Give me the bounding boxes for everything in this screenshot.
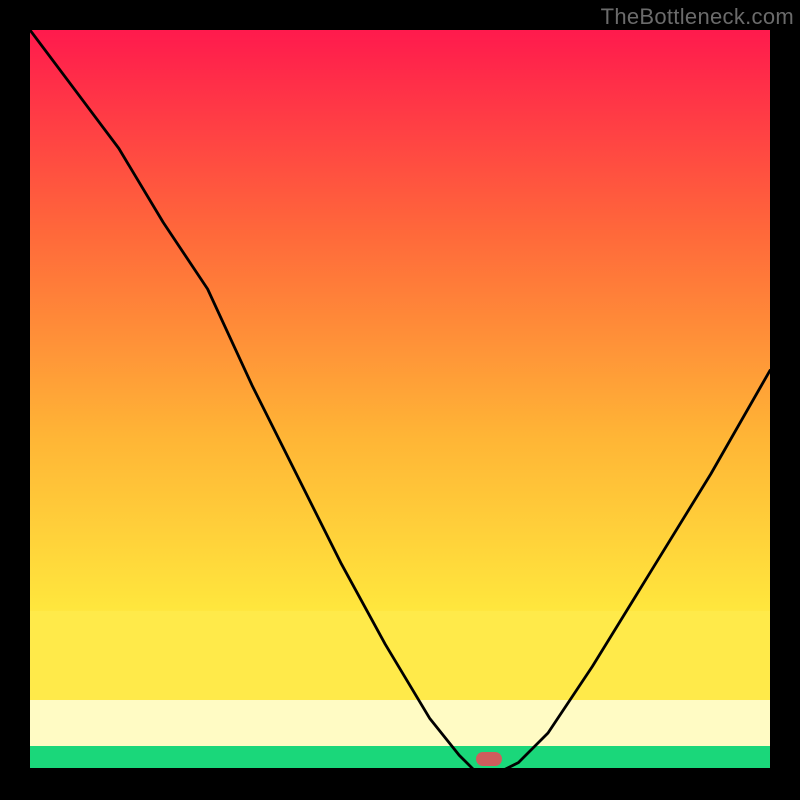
highlight-marker: [476, 752, 502, 766]
curve-line: [30, 30, 770, 770]
plot-area: [30, 30, 770, 770]
curve-svg: [30, 30, 770, 770]
chart-root: TheBottleneck.com: [0, 0, 800, 800]
watermark-text: TheBottleneck.com: [601, 4, 794, 30]
